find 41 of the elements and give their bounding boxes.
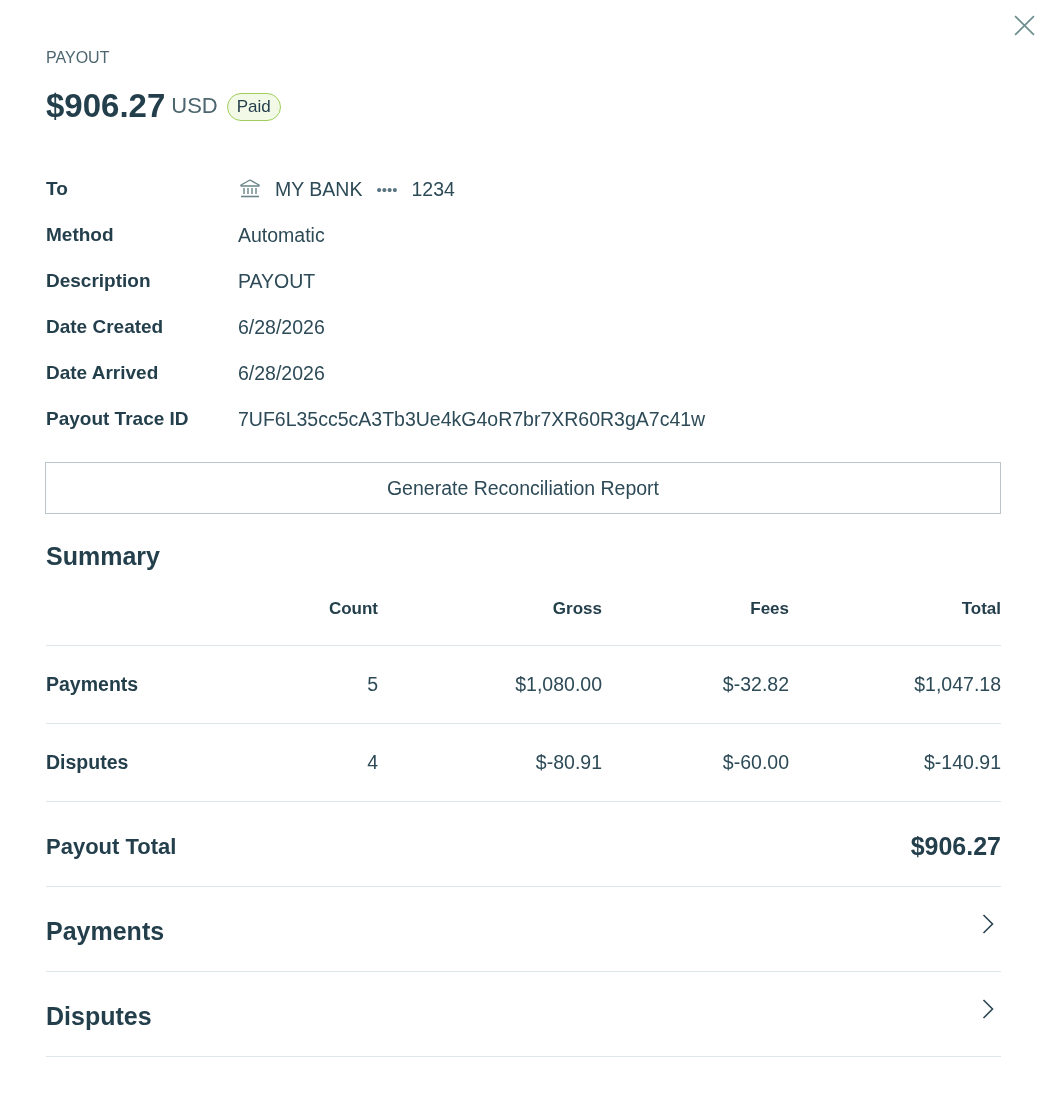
detail-label: Date Created — [46, 316, 165, 338]
row-label: Payments — [46, 673, 139, 696]
column-header: Total — [961, 599, 1001, 619]
detail-label: To — [46, 178, 69, 200]
table-cell: $-32.82 — [722, 673, 789, 696]
account-mask: •••• — [376, 180, 398, 198]
detail-value: 6/28/2026 — [238, 315, 325, 339]
total-value: $906.27 — [910, 830, 1001, 861]
table-cell: 4 — [367, 751, 378, 774]
column-header: Gross — [552, 599, 602, 619]
detail-label: Payout Trace ID — [46, 408, 190, 430]
detail-value: 6/28/2026 — [238, 361, 325, 385]
column-header: Count — [328, 599, 378, 619]
detail-value: PAYOUT — [238, 269, 316, 293]
section-heading: Summary — [46, 541, 161, 572]
detail-label: Method — [46, 224, 115, 246]
row-label: Disputes — [46, 751, 129, 774]
table-cell: $-140.91 — [924, 751, 1001, 774]
generate-report-button[interactable]: Generate Reconciliation Report — [45, 462, 1001, 514]
currency-code: USD — [171, 93, 218, 119]
bank-icon — [240, 179, 260, 199]
close-button[interactable] — [1014, 15, 1035, 36]
detail-label: Date Arrived — [46, 362, 160, 384]
detail-label: Description — [46, 270, 152, 292]
table-cell: 5 — [367, 673, 378, 696]
table-cell: $1,047.18 — [914, 673, 1001, 696]
close-icon — [1014, 15, 1035, 36]
section-toggle[interactable]: Payments — [46, 887, 1001, 972]
table-cell: $-60.00 — [722, 751, 789, 774]
detail-value: Automatic — [238, 223, 325, 247]
section-toggle[interactable]: Disputes — [46, 972, 1001, 1057]
payout-amount: $906.27 — [46, 87, 166, 125]
bank-name: MY BANK — [275, 177, 363, 201]
status-badge: Paid — [226, 93, 281, 121]
total-label: Payout Total — [46, 833, 177, 860]
page-eyebrow: PAYOUT — [46, 48, 111, 68]
table-cell: $-80.91 — [535, 751, 602, 774]
table-cell: $1,080.00 — [515, 673, 602, 696]
column-header: Fees — [750, 599, 789, 619]
detail-value: 7UF6L35cc5cA3Tb3Ue4kG4oR7br7XR60R3gA7c41w — [238, 407, 706, 431]
account-last-digits: 1234 — [411, 177, 455, 201]
